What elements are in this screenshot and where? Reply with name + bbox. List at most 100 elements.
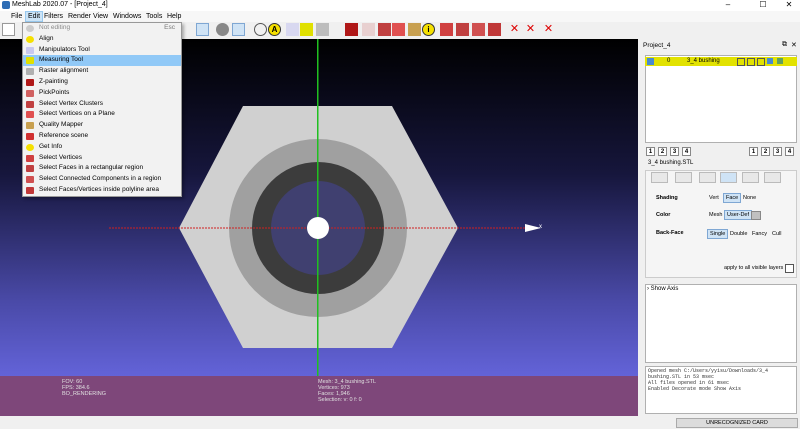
globe-icon[interactable] bbox=[254, 23, 267, 36]
render-mode-text: BO_RENDERING bbox=[62, 391, 107, 397]
show-axis-item[interactable]: › Show Axis bbox=[647, 286, 678, 292]
select-polyline-icon[interactable] bbox=[488, 23, 501, 36]
delete-faces-icon[interactable]: ✕ bbox=[524, 23, 537, 36]
edit-menu-item[interactable]: Align bbox=[23, 34, 181, 45]
backface-fancy-option[interactable]: Fancy bbox=[750, 230, 769, 238]
menu-edit[interactable]: Edit bbox=[25, 11, 44, 22]
edit-menu-item[interactable]: Quality Mapper bbox=[23, 120, 181, 131]
raster-right-1[interactable]: 1 bbox=[749, 147, 758, 156]
edit-menu-item[interactable]: Select Faces in a rectangular region bbox=[23, 163, 181, 174]
edit-menu-item[interactable]: Reference scene bbox=[23, 131, 181, 142]
tab-points-icon[interactable] bbox=[651, 172, 668, 183]
raster-left-3[interactable]: 3 bbox=[670, 147, 679, 156]
edit-menu-item[interactable]: Select Vertices bbox=[23, 153, 181, 164]
layer-info-icon[interactable] bbox=[747, 58, 755, 66]
layer-color-icon[interactable] bbox=[767, 58, 773, 64]
menu-tools[interactable]: Tools bbox=[144, 11, 164, 22]
menu-item-icon bbox=[26, 122, 34, 130]
tab-fill-icon[interactable] bbox=[699, 172, 716, 183]
edit-menu-item[interactable]: Select Vertex Clusters bbox=[23, 99, 181, 110]
pickpoints-icon[interactable] bbox=[362, 23, 375, 36]
edit-menu-item[interactable]: Measuring Tool bbox=[23, 55, 181, 67]
edit-menu-item[interactable]: Z-painting bbox=[23, 77, 181, 88]
delete-vertices-icon[interactable]: ✕ bbox=[508, 23, 521, 36]
edit-menu-item[interactable]: Manipulators Tool bbox=[23, 45, 181, 56]
backface-double-option[interactable]: Double bbox=[728, 230, 749, 238]
raster-right-2[interactable]: 2 bbox=[761, 147, 770, 156]
close-button[interactable]: ✕ bbox=[778, 0, 800, 11]
menu-render[interactable]: Render bbox=[66, 11, 93, 22]
edit-menu-item[interactable]: PickPoints bbox=[23, 88, 181, 99]
apply-all-checkbox[interactable] bbox=[785, 264, 794, 273]
menu-windows[interactable]: Windows bbox=[111, 11, 143, 22]
tab-shading-icon[interactable] bbox=[720, 172, 737, 183]
menu-file[interactable]: File bbox=[9, 11, 24, 22]
manipulator-icon[interactable] bbox=[286, 23, 299, 36]
select-connected-icon[interactable] bbox=[472, 23, 485, 36]
menu-item-label: Not editing bbox=[39, 24, 71, 31]
raster-right-4[interactable]: 4 bbox=[785, 147, 794, 156]
visibility-eye-icon[interactable] bbox=[647, 58, 654, 65]
shading-label: Shading bbox=[656, 195, 678, 201]
delete-selection-icon[interactable]: ✕ bbox=[542, 23, 555, 36]
layer-lock-icon[interactable] bbox=[757, 58, 765, 66]
menu-item-label: Raster alignment bbox=[39, 67, 89, 75]
maximize-button[interactable]: ☐ bbox=[752, 0, 774, 11]
raster-left-2[interactable]: 2 bbox=[658, 147, 667, 156]
float-icon[interactable]: ⧉ bbox=[782, 41, 787, 49]
zpaint-icon[interactable] bbox=[345, 23, 358, 36]
tab-wire-icon[interactable] bbox=[675, 172, 692, 183]
user-color-swatch[interactable] bbox=[751, 211, 761, 220]
raster-left-1[interactable]: 1 bbox=[646, 147, 655, 156]
quality-mapper-icon[interactable] bbox=[408, 23, 421, 36]
bounding-box-icon[interactable] bbox=[232, 23, 245, 36]
new-project-icon[interactable] bbox=[2, 23, 15, 36]
color-mesh-option[interactable]: Mesh bbox=[707, 211, 724, 219]
unrecognized-card-button[interactable]: UNRECOGNIZED CARD bbox=[676, 418, 798, 428]
color-userdef-option[interactable]: User-Def bbox=[724, 210, 753, 220]
menu-item-icon bbox=[26, 57, 34, 65]
shading-none-option[interactable]: None bbox=[741, 194, 758, 202]
minimize-button[interactable]: – bbox=[717, 0, 739, 11]
flat-shading-icon[interactable] bbox=[196, 23, 209, 36]
info-icon[interactable]: i bbox=[422, 23, 435, 36]
layer-name: 3_4 bushing bbox=[687, 58, 720, 64]
selected-mesh-name: 3_4 bushing.STL bbox=[648, 160, 694, 166]
raster-left-4[interactable]: 4 bbox=[682, 147, 691, 156]
backface-single-option[interactable]: Single bbox=[707, 229, 729, 239]
expand-icon[interactable]: › bbox=[647, 286, 649, 292]
edit-menu-item[interactable]: Select Connected Components in a region bbox=[23, 174, 181, 185]
tab-box-icon[interactable] bbox=[764, 172, 781, 183]
layer-tag-icon[interactable] bbox=[737, 58, 745, 66]
edit-menu-item[interactable]: Raster alignment bbox=[23, 66, 181, 77]
layer-row[interactable]: 0 3_4 bushing bbox=[645, 57, 797, 66]
raster-icon[interactable] bbox=[316, 23, 329, 36]
measure-icon[interactable] bbox=[300, 23, 313, 36]
backface-cull-option[interactable]: Cull bbox=[770, 230, 783, 238]
select-faces-icon[interactable] bbox=[456, 23, 469, 36]
select-plane-icon[interactable] bbox=[392, 23, 405, 36]
y-axis-line bbox=[317, 39, 319, 376]
menu-filters[interactable]: Filters bbox=[42, 11, 65, 22]
align-icon[interactable]: A bbox=[268, 23, 281, 36]
selection-text: Selection: v: 0 f: 0 bbox=[318, 397, 362, 403]
render-mode-icon[interactable] bbox=[216, 23, 229, 36]
menu-view[interactable]: View bbox=[91, 11, 110, 22]
menu-item-icon bbox=[26, 35, 34, 43]
raster-right-3[interactable]: 3 bbox=[773, 147, 782, 156]
tab-texture-icon[interactable] bbox=[742, 172, 759, 183]
shading-vert-option[interactable]: Vert bbox=[707, 194, 721, 202]
layer-texture-icon[interactable] bbox=[777, 58, 783, 64]
panel-close-icon[interactable]: ✕ bbox=[791, 41, 797, 49]
edit-menu-item[interactable]: Get Info bbox=[23, 142, 181, 153]
select-vertices-icon[interactable] bbox=[440, 23, 453, 36]
menu-help[interactable]: Help bbox=[165, 11, 183, 22]
render-options-box bbox=[645, 170, 797, 278]
menu-item-label: Get Info bbox=[39, 142, 63, 150]
edit-menu-item[interactable]: Select Faces/Vertices inside polyline ar… bbox=[23, 185, 181, 196]
shading-face-option[interactable]: Face bbox=[723, 193, 742, 203]
menu-item-label: Manipulators Tool bbox=[39, 45, 90, 53]
edit-menu-item[interactable]: Select Vertices on a Plane bbox=[23, 109, 181, 120]
select-clusters-icon[interactable] bbox=[378, 23, 391, 36]
menu-item-label: Align bbox=[39, 34, 54, 42]
